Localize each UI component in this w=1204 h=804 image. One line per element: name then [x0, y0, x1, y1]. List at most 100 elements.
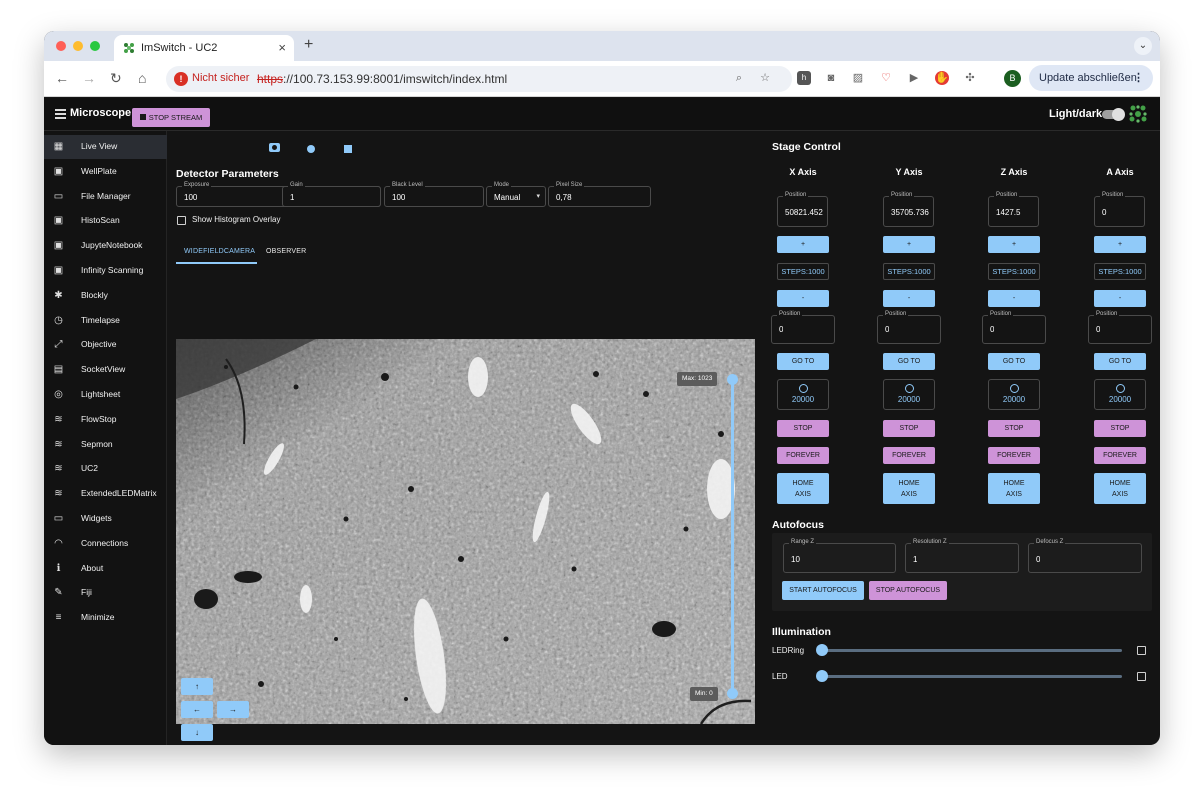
sidebar-item-wellplate[interactable]: ▣ WellPlate [44, 160, 167, 184]
camera-live-image[interactable] [176, 339, 755, 724]
start-autofocus-button[interactable]: START AUTOFOCUS [782, 581, 864, 600]
z-forever-button[interactable]: FOREVER [988, 447, 1040, 464]
y-speed-field[interactable]: 20000 [883, 379, 935, 410]
sidebar-item-live-view[interactable]: ▦ Live View [44, 135, 167, 159]
ledring-slider-thumb[interactable] [816, 644, 828, 656]
extensions-puzzle-icon[interactable]: ✣ [963, 71, 977, 85]
sidebar-item-fiji[interactable]: ✎ Fiji [44, 581, 167, 605]
tab-widefieldcamera[interactable]: WIDEFIELDCAMERA [184, 248, 255, 255]
new-tab-button[interactable]: + [304, 36, 313, 54]
y-goto-position-field[interactable]: Position 0 [877, 311, 941, 344]
sidebar-item-histoscan[interactable]: ▣ HistoScan [44, 209, 167, 233]
sidebar-item-sepmon[interactable]: ≋ Sepmon [44, 433, 167, 457]
y-steps-field[interactable]: STEPS:1000 [883, 263, 935, 280]
adblock-icon[interactable]: ✋ [935, 71, 949, 85]
y-position-field[interactable]: Position 35705.736 [883, 192, 934, 227]
x-forever-button[interactable]: FOREVER [777, 447, 829, 464]
pixel-size-field[interactable]: Pixel Size 0,78 [548, 182, 651, 207]
forward-arrow-icon[interactable]: → [82, 70, 96, 86]
snapshot-camera-icon[interactable] [269, 143, 280, 152]
defocus-z-field[interactable]: Defocus Z 0 [1028, 539, 1142, 573]
black-level-field[interactable]: Black Level 100 [384, 182, 484, 207]
address-bar[interactable]: ! Nicht sicher https://100.73.153.99:800… [166, 66, 792, 92]
y-forever-button[interactable]: FOREVER [883, 447, 935, 464]
stop-recording-icon[interactable] [344, 145, 352, 153]
move-down-button[interactable]: ↓ [181, 724, 213, 741]
ledring-slider-track[interactable] [822, 649, 1122, 652]
sidebar-item-jupytenotebook[interactable]: ▣ JupyteNotebook [44, 234, 167, 258]
video-extension-icon[interactable]: ▶ [907, 71, 921, 85]
ledring-enable-checkbox[interactable] [1137, 646, 1146, 655]
z-goto-position-field[interactable]: Position 0 [982, 311, 1046, 344]
mode-select[interactable]: Mode Manual ▾ [486, 182, 546, 207]
zoom-icon[interactable]: ⌕ [732, 71, 746, 85]
sidebar-item-timelapse[interactable]: ◷ Timelapse [44, 309, 167, 333]
sidebar-item-flowstop[interactable]: ≋ FlowStop [44, 408, 167, 432]
x-speed-field[interactable]: 20000 [777, 379, 829, 410]
camera-extension-icon[interactable]: ◙ [824, 71, 838, 85]
sidebar-item-extendedledmatrix[interactable]: ≋ ExtendedLEDMatrix [44, 482, 167, 506]
move-right-button[interactable]: → [217, 701, 249, 718]
x-steps-field[interactable]: STEPS:1000 [777, 263, 829, 280]
move-up-button[interactable]: ↑ [181, 678, 213, 695]
a-position-field[interactable]: Position 0 [1094, 192, 1145, 227]
pocket-icon[interactable]: ♡ [879, 71, 893, 85]
a-stop-button[interactable]: STOP [1094, 420, 1146, 437]
sidebar-item-blockly[interactable]: ✱ Blockly [44, 284, 167, 308]
z-plus-button[interactable]: + [988, 236, 1040, 253]
gain-field[interactable]: Gain 1 [282, 182, 381, 207]
sidebar-item-about[interactable]: ℹ About [44, 557, 167, 581]
minimize-window-button[interactable] [73, 41, 83, 51]
a-goto-button[interactable]: GO TO [1094, 353, 1146, 370]
sidebar-item-uc2[interactable]: ≋ UC2 [44, 457, 167, 481]
x-goto-position-field[interactable]: Position 0 [771, 311, 835, 344]
a-goto-position-field[interactable]: Position 0 [1088, 311, 1152, 344]
sidebar-item-connections[interactable]: ◠ Connections [44, 532, 167, 556]
z-home-axis-button[interactable]: HOME AXIS [988, 473, 1040, 504]
y-plus-button[interactable]: + [883, 236, 935, 253]
intensity-min-handle[interactable] [727, 688, 738, 699]
a-plus-button[interactable]: + [1094, 236, 1146, 253]
a-home-axis-button[interactable]: HOME AXIS [1094, 473, 1146, 504]
tab-observer[interactable]: OBSERVER [266, 248, 306, 255]
tab-search-chevron-icon[interactable]: ⌄ [1134, 37, 1152, 55]
home-icon[interactable]: ⌂ [138, 70, 146, 86]
led-slider-thumb[interactable] [816, 670, 828, 682]
stop-autofocus-button[interactable]: STOP AUTOFOCUS [869, 581, 947, 600]
profile-avatar[interactable]: B [1004, 70, 1021, 87]
z-steps-field[interactable]: STEPS:1000 [988, 263, 1040, 280]
sidebar-item-socketview[interactable]: ▤ SocketView [44, 358, 167, 382]
y-minus-button[interactable]: - [883, 290, 935, 307]
sidebar-item-widgets[interactable]: ▭ Widgets [44, 507, 167, 531]
security-label[interactable]: Nicht sicher [192, 72, 249, 84]
x-position-field[interactable]: Position 50821.452 [777, 192, 828, 227]
sidebar-item-minimize[interactable]: ≡ Minimize [44, 606, 167, 630]
maximize-window-button[interactable] [90, 41, 100, 51]
stop-stream-button[interactable]: STOP STREAM [132, 108, 210, 127]
a-speed-field[interactable]: 20000 [1094, 379, 1146, 410]
extension-h-icon[interactable]: h [797, 71, 811, 85]
theme-toggle-switch[interactable] [1102, 108, 1125, 121]
resolution-z-field[interactable]: Resolution Z 1 [905, 539, 1019, 573]
sidebar-item-file-manager[interactable]: ▭ File Manager [44, 185, 167, 209]
z-stop-button[interactable]: STOP [988, 420, 1040, 437]
z-position-field[interactable]: Position 1427.5 [988, 192, 1039, 227]
x-plus-button[interactable]: + [777, 236, 829, 253]
x-minus-button[interactable]: - [777, 290, 829, 307]
reload-icon[interactable]: ↻ [110, 70, 122, 87]
sidebar-item-infinity-scanning[interactable]: ▣ Infinity Scanning [44, 259, 167, 283]
a-forever-button[interactable]: FOREVER [1094, 447, 1146, 464]
update-button[interactable]: Update abschließen ⋮ [1029, 65, 1153, 91]
y-goto-button[interactable]: GO TO [883, 353, 935, 370]
close-window-button[interactable] [56, 41, 66, 51]
x-home-axis-button[interactable]: HOME AXIS [777, 473, 829, 504]
a-minus-button[interactable]: - [1094, 290, 1146, 307]
x-stop-button[interactable]: STOP [777, 420, 829, 437]
gallery-extension-icon[interactable]: ▨ [851, 71, 865, 85]
bookmark-star-icon[interactable]: ☆ [758, 71, 772, 85]
back-arrow-icon[interactable]: ← [55, 70, 69, 86]
sidebar-item-lightsheet[interactable]: ◎ Lightsheet [44, 383, 167, 407]
z-goto-button[interactable]: GO TO [988, 353, 1040, 370]
led-enable-checkbox[interactable] [1137, 672, 1146, 681]
record-icon[interactable] [307, 145, 315, 153]
